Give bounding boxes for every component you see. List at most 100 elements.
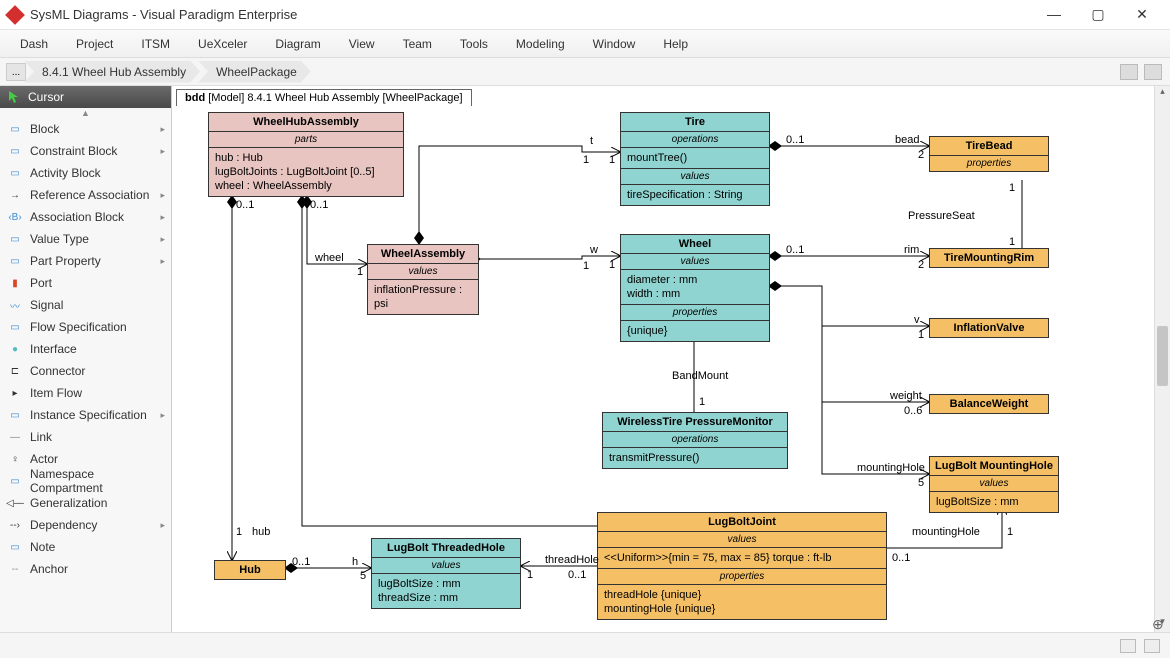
- block-hub[interactable]: Hub: [214, 560, 286, 580]
- label-mult: 0..1: [786, 244, 804, 256]
- label-t: t: [590, 135, 593, 147]
- tool-label: Reference Association: [30, 188, 149, 202]
- scroll-up-icon[interactable]: ▴: [1155, 86, 1170, 102]
- menu-itsm[interactable]: ITSM: [141, 37, 170, 51]
- toolbox-collapse[interactable]: ▲: [0, 108, 171, 118]
- tool-value-type[interactable]: ▭Value Type▸: [0, 228, 171, 250]
- tool-block[interactable]: ▭Block▸: [0, 118, 171, 140]
- block-lugboltjoint[interactable]: LugBoltJoint values <<Uniform>>{min = 75…: [597, 512, 887, 620]
- label-n1: 1: [1009, 182, 1015, 194]
- breadcrumb-item-1[interactable]: 8.4.1 Wheel Hub Assembly: [24, 61, 200, 83]
- tool-icon: ●: [6, 341, 24, 357]
- tool-label: Constraint Block: [30, 144, 117, 158]
- titlebar: SysML Diagrams - Visual Paradigm Enterpr…: [0, 0, 1170, 30]
- tool-activity-block[interactable]: ▭Activity Block: [0, 162, 171, 184]
- block-tire[interactable]: Tire operations mountTree() values tireS…: [620, 112, 770, 206]
- diagram-canvas[interactable]: bdd [Model] 8.4.1 Wheel Hub Assembly [Wh…: [172, 86, 1170, 632]
- menu-view[interactable]: View: [349, 37, 375, 51]
- block-inflationvalve[interactable]: InflationValve: [929, 318, 1049, 338]
- tool-port[interactable]: ▮Port: [0, 272, 171, 294]
- tool-label: Item Flow: [30, 386, 82, 400]
- menu-uexceler[interactable]: UeXceler: [198, 37, 247, 51]
- tool-reference-association[interactable]: →Reference Association▸: [0, 184, 171, 206]
- tool-anchor[interactable]: --Anchor: [0, 558, 171, 580]
- chevron-icon: ▸: [160, 146, 165, 157]
- scroll-thumb[interactable]: [1157, 326, 1168, 386]
- tool-label: Connector: [30, 364, 85, 378]
- tool-label: Activity Block: [30, 166, 101, 180]
- menu-team[interactable]: Team: [403, 37, 432, 51]
- chevron-icon: ▸: [160, 212, 165, 223]
- label-mult: 0..1: [236, 199, 254, 211]
- chevron-icon: ▸: [160, 410, 165, 421]
- tool-generalization[interactable]: ◁—Generalization: [0, 492, 171, 514]
- label-n1: 1: [1007, 526, 1013, 538]
- menu-project[interactable]: Project: [76, 37, 113, 51]
- menu-window[interactable]: Window: [593, 37, 636, 51]
- menu-help[interactable]: Help: [663, 37, 688, 51]
- block-wheel[interactable]: Wheel values diameter : mm width : mm pr…: [620, 234, 770, 342]
- breadcrumb-item-2[interactable]: WheelPackage: [198, 61, 311, 83]
- block-wtpm[interactable]: WirelessTire PressureMonitor operations …: [602, 412, 788, 469]
- menu-tools[interactable]: Tools: [460, 37, 488, 51]
- tool-connector[interactable]: ⊏ Connector: [0, 360, 171, 382]
- block-lugboltthreadedhole[interactable]: LugBolt ThreadedHole values lugBoltSize …: [371, 538, 521, 609]
- block-tiremountingrim[interactable]: TireMountingRim: [929, 248, 1049, 268]
- chevron-icon: ▸: [160, 520, 165, 531]
- status-mail-icon[interactable]: [1120, 639, 1136, 653]
- tool-cursor[interactable]: Cursor: [0, 86, 171, 108]
- tool-icon: ◁—: [6, 495, 24, 511]
- label-hub: hub: [252, 526, 270, 538]
- tool-icon: ⊏: [6, 363, 24, 379]
- maximize-button[interactable]: ▢: [1086, 6, 1110, 23]
- block-wheelhubassembly[interactable]: WheelHubAssembly parts hub : Hub lugBolt…: [208, 112, 404, 197]
- status-note-icon[interactable]: [1144, 639, 1160, 653]
- menu-dash[interactable]: Dash: [20, 37, 48, 51]
- vertical-scrollbar[interactable]: ▴ ▾: [1154, 86, 1170, 632]
- label-n1: 1: [609, 259, 615, 271]
- tool-interface[interactable]: ●Interface: [0, 338, 171, 360]
- tool-label: Flow Specification: [30, 320, 127, 334]
- toolbar-icon-2[interactable]: [1144, 64, 1162, 80]
- tool-icon: ▸: [6, 385, 24, 401]
- tool-association-block[interactable]: ‹B›Association Block▸: [0, 206, 171, 228]
- toolbar-icon-1[interactable]: [1120, 64, 1138, 80]
- label-n1: 1: [583, 260, 589, 272]
- tool-signal[interactable]: 〰Signal: [0, 294, 171, 316]
- tool-constraint-block[interactable]: ▭Constraint Block▸: [0, 140, 171, 162]
- breadcrumb-home[interactable]: ...: [6, 63, 26, 81]
- statusbar: [0, 632, 1170, 658]
- label-n2: 2: [918, 259, 924, 271]
- tool-instance-specification[interactable]: ▭ Instance Specification ▸: [0, 404, 171, 426]
- label-bandmount: BandMount: [672, 370, 728, 382]
- tool-label: Dependency: [30, 518, 97, 532]
- menu-diagram[interactable]: Diagram: [275, 37, 320, 51]
- block-balanceweight[interactable]: BalanceWeight: [929, 394, 1049, 414]
- label-mountinghole: mountingHole: [912, 526, 980, 538]
- tool-icon: 〰: [6, 297, 24, 313]
- label-n1: 1: [1009, 236, 1015, 248]
- window-title: SysML Diagrams - Visual Paradigm Enterpr…: [30, 7, 1042, 22]
- tool-flow-specification[interactable]: ▭Flow Specification: [0, 316, 171, 338]
- tool-icon: ▭: [6, 407, 24, 423]
- tool-part-property[interactable]: ▭Part Property▸: [0, 250, 171, 272]
- tool-label: Instance Specification: [30, 408, 147, 422]
- menu-modeling[interactable]: Modeling: [516, 37, 565, 51]
- bdd-frame-label: bdd [Model] 8.4.1 Wheel Hub Assembly [Wh…: [176, 89, 472, 106]
- tool-dependency[interactable]: --›Dependency▸: [0, 514, 171, 536]
- label-w: w: [590, 244, 598, 256]
- menubar: Dash Project ITSM UeXceler Diagram View …: [0, 30, 1170, 58]
- block-lugboltmountinghole[interactable]: LugBolt MountingHole values lugBoltSize …: [929, 456, 1059, 513]
- resize-handle-icon[interactable]: ⊕: [1152, 616, 1168, 632]
- tool-label: Block: [30, 122, 59, 136]
- tool-item-flow[interactable]: ▸ Item Flow: [0, 382, 171, 404]
- chevron-icon: ▸: [160, 256, 165, 267]
- tool-link[interactable]: —Link: [0, 426, 171, 448]
- label-mult: 0..1: [310, 199, 328, 211]
- block-wheelassembly[interactable]: WheelAssembly values inflationPressure :…: [367, 244, 479, 315]
- minimize-button[interactable]: —: [1042, 6, 1066, 23]
- tool-namespace-compartment[interactable]: ▭Namespace Compartment: [0, 470, 171, 492]
- tool-note[interactable]: ▭Note: [0, 536, 171, 558]
- block-tirebead[interactable]: TireBead properties: [929, 136, 1049, 172]
- close-button[interactable]: ✕: [1130, 6, 1154, 23]
